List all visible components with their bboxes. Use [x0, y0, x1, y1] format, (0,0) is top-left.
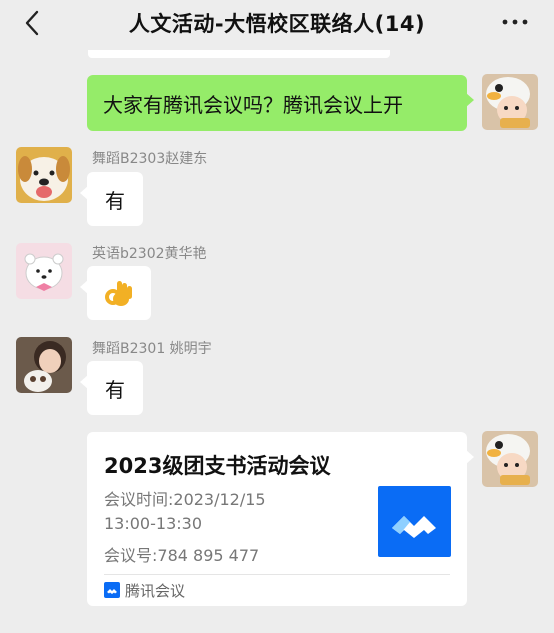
meeting-title: 2023级团支书活动会议 [104, 454, 331, 478]
sender-name: 舞蹈B2303赵建东 [92, 151, 208, 167]
self-avatar[interactable] [482, 431, 538, 487]
message-bubble[interactable]: 有 [80, 361, 143, 415]
card-divider [104, 574, 450, 575]
message-bubble-self[interactable]: 大家有腾讯会议吗？腾讯会议上开 [87, 75, 474, 131]
tencent-meeting-small-icon [104, 582, 120, 598]
sender-avatar[interactable] [16, 147, 72, 203]
sender-avatar[interactable] [16, 337, 72, 393]
message-bubble[interactable] [80, 266, 151, 320]
sender-avatar[interactable] [16, 243, 72, 299]
meeting-time: 会议时间:2023/12/15 [104, 490, 266, 509]
sender-name: 英语b2302黄华艳 [92, 246, 207, 262]
meeting-app-name: 腾讯会议 [125, 582, 186, 600]
ellipsis-icon [502, 19, 528, 25]
previous-message-edge [88, 50, 390, 58]
meeting-time-range: 13:00-13:30 [104, 514, 202, 533]
message-text: 大家有腾讯会议吗？腾讯会议上开 [103, 92, 403, 117]
sender-name: 舞蹈B2301 姚明宇 [92, 341, 212, 357]
self-avatar[interactable] [482, 74, 538, 130]
ok-hand-emoji-icon [105, 281, 132, 306]
chat-header: 人文活动-大悟校区联络人(14) [0, 0, 554, 48]
meeting-invite-card[interactable]: 2023级团支书活动会议 会议时间:2023/12/15 13:00-13:30… [87, 432, 474, 606]
more-button[interactable] [500, 10, 530, 34]
meeting-id: 会议号:784 895 477 [104, 546, 260, 565]
message-text: 有 [105, 188, 125, 213]
message-text: 有 [105, 377, 125, 402]
message-bubble[interactable]: 有 [80, 172, 143, 226]
tencent-meeting-logo-icon [378, 486, 451, 557]
chat-title: 人文活动-大悟校区联络人(14) [128, 12, 426, 36]
